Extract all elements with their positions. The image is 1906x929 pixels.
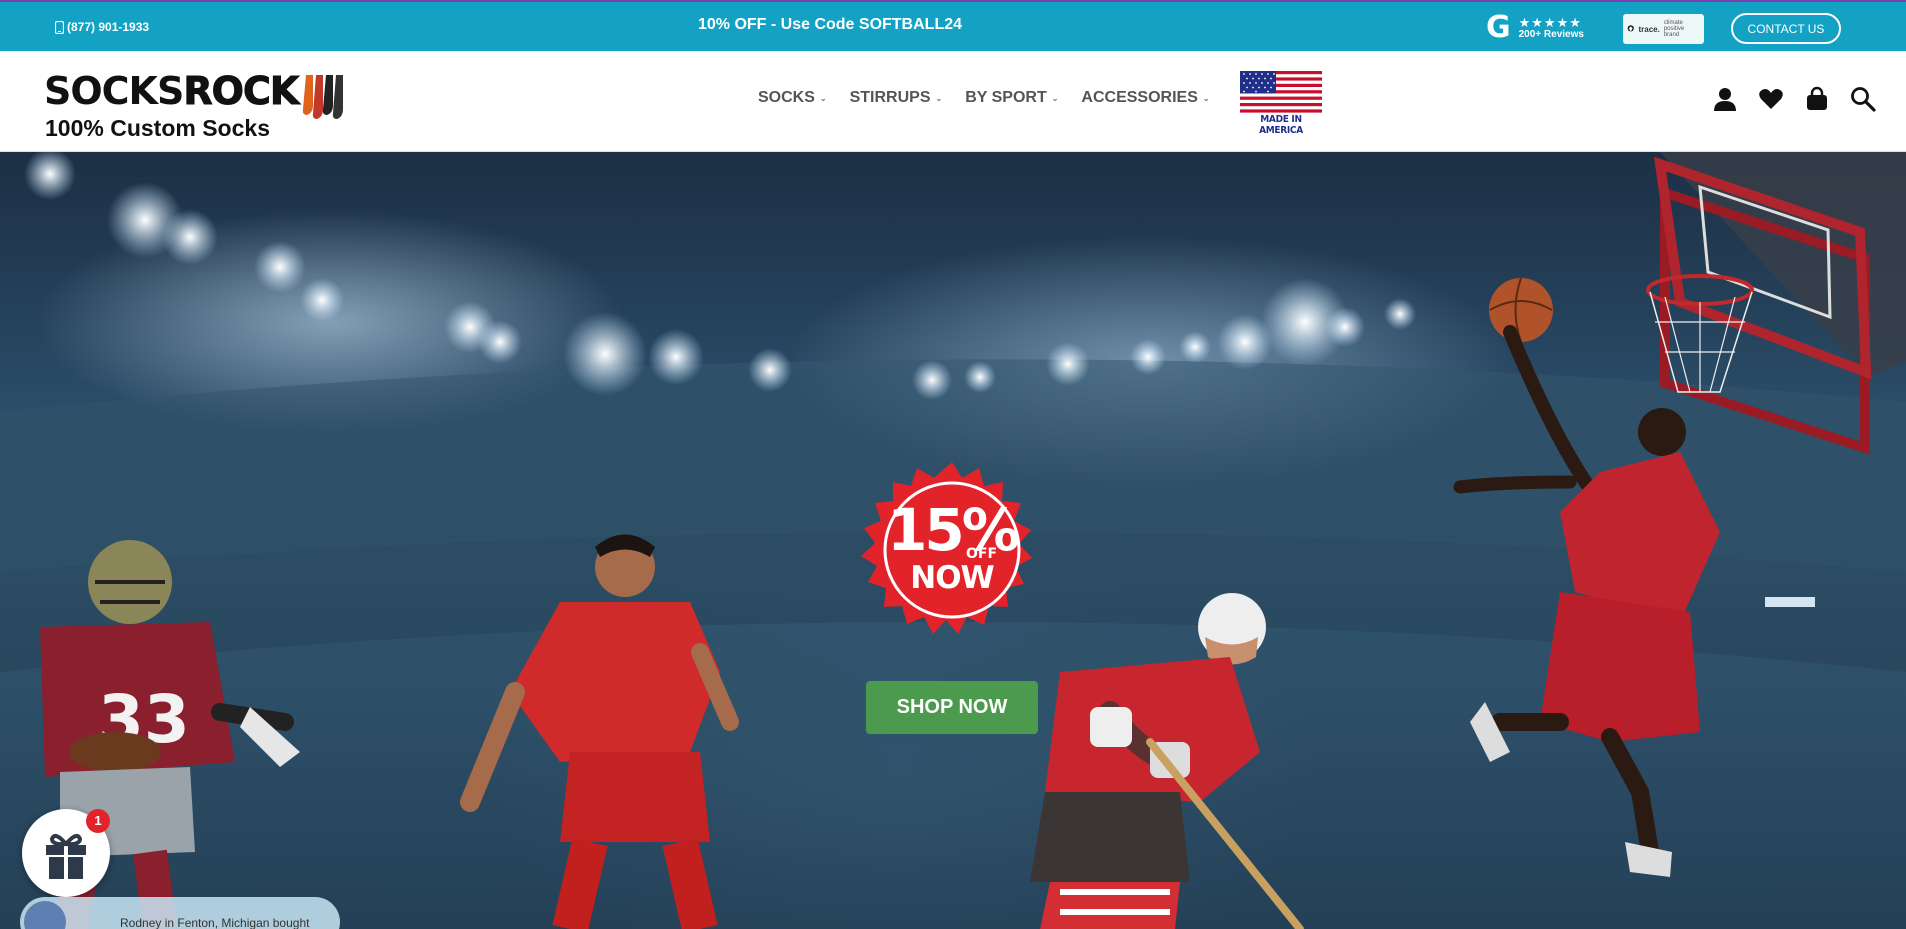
main-nav: SOCKS ⌄ STIRRUPS ⌄ BY SPORT ⌄ ACCESSORIES ⌄ <box>758 89 1233 107</box>
badge-now: NOW <box>910 560 995 596</box>
review-count: 200+ Reviews <box>1518 28 1584 40</box>
announcement-bar: (877) 901-1933 10% OFF - Use Code SOFTBA… <box>0 0 1906 51</box>
recent-purchase-toast[interactable]: Rodney in Fenton, Michigan bought <box>20 897 340 929</box>
site-header: SOCKSROCK 100% Custom Socks SOCKS ⌄ STIRR… <box>0 51 1906 152</box>
badge-percent: 15% <box>887 496 1020 564</box>
shop-now-button[interactable]: SHOP NOW <box>866 681 1038 734</box>
chevron-down-icon: ⌄ <box>935 93 943 103</box>
review-stars: ★★★★★ <box>1518 14 1582 30</box>
logo-brand-a: SOCKS <box>44 69 184 113</box>
heart-icon[interactable] <box>1758 86 1784 112</box>
chevron-down-icon: ⌄ <box>1202 93 1210 103</box>
cart-icon[interactable] <box>1804 86 1830 112</box>
nav-label: ACCESSORIES <box>1081 89 1198 106</box>
logo-wordmark: SOCKSROCK <box>44 69 300 113</box>
site-logo[interactable]: SOCKSROCK 100% Custom Socks <box>44 71 349 147</box>
nav-label: BY SPORT <box>965 89 1047 106</box>
trace-brand: trace. <box>1638 24 1660 34</box>
logo-brand-b: ROCK <box>183 69 300 113</box>
gift-notification-badge: 1 <box>86 809 110 833</box>
contact-us-button[interactable]: CONTACT US <box>1731 13 1841 44</box>
nav-item-stirrups[interactable]: STIRRUPS ⌄ <box>850 89 943 107</box>
google-icon: G <box>1486 10 1511 45</box>
nav-label: STIRRUPS <box>849 89 931 106</box>
product-thumbnail <box>24 901 66 929</box>
nav-item-by-sport[interactable]: BY SPORT ⌄ <box>965 89 1058 107</box>
toast-text: Rodney in Fenton, Michigan bought <box>120 916 310 929</box>
trace-climate-badge[interactable]: trace. climate positive brand <box>1623 14 1704 44</box>
trace-label: climate positive brand <box>1663 20 1685 38</box>
socks-logo-icon <box>302 75 343 119</box>
nav-item-accessories[interactable]: ACCESSORIES ⌄ <box>1081 89 1209 107</box>
nav-item-socks[interactable]: SOCKS ⌄ <box>758 89 827 107</box>
search-icon[interactable] <box>1850 86 1876 112</box>
nav-label: SOCKS <box>758 89 815 106</box>
promo-text: 10% OFF - Use Code SOFTBALL24 <box>697 16 963 33</box>
us-flag-icon <box>1240 71 1322 113</box>
chevron-down-icon: ⌄ <box>819 93 827 103</box>
google-reviews-badge[interactable]: G ★★★★★ 200+ Reviews <box>1486 10 1584 45</box>
rewards-gift-launcher[interactable]: 1 <box>22 809 110 897</box>
hero-banner: 33 15% OFF NOW SHOP NOW 1 Rodney in Fent… <box>0 152 1906 929</box>
header-icons <box>1712 86 1876 112</box>
account-icon[interactable] <box>1712 86 1738 112</box>
made-in-america-text: MADE IN AMERICA <box>1259 114 1303 136</box>
trace-leaf-icon <box>1627 25 1634 32</box>
discount-badge[interactable]: 15% OFF NOW <box>858 460 1046 648</box>
made-in-america-badge: MADE IN AMERICA <box>1240 71 1322 136</box>
logo-tagline: 100% Custom Socks <box>45 115 270 141</box>
chevron-down-icon: ⌄ <box>1051 93 1059 103</box>
